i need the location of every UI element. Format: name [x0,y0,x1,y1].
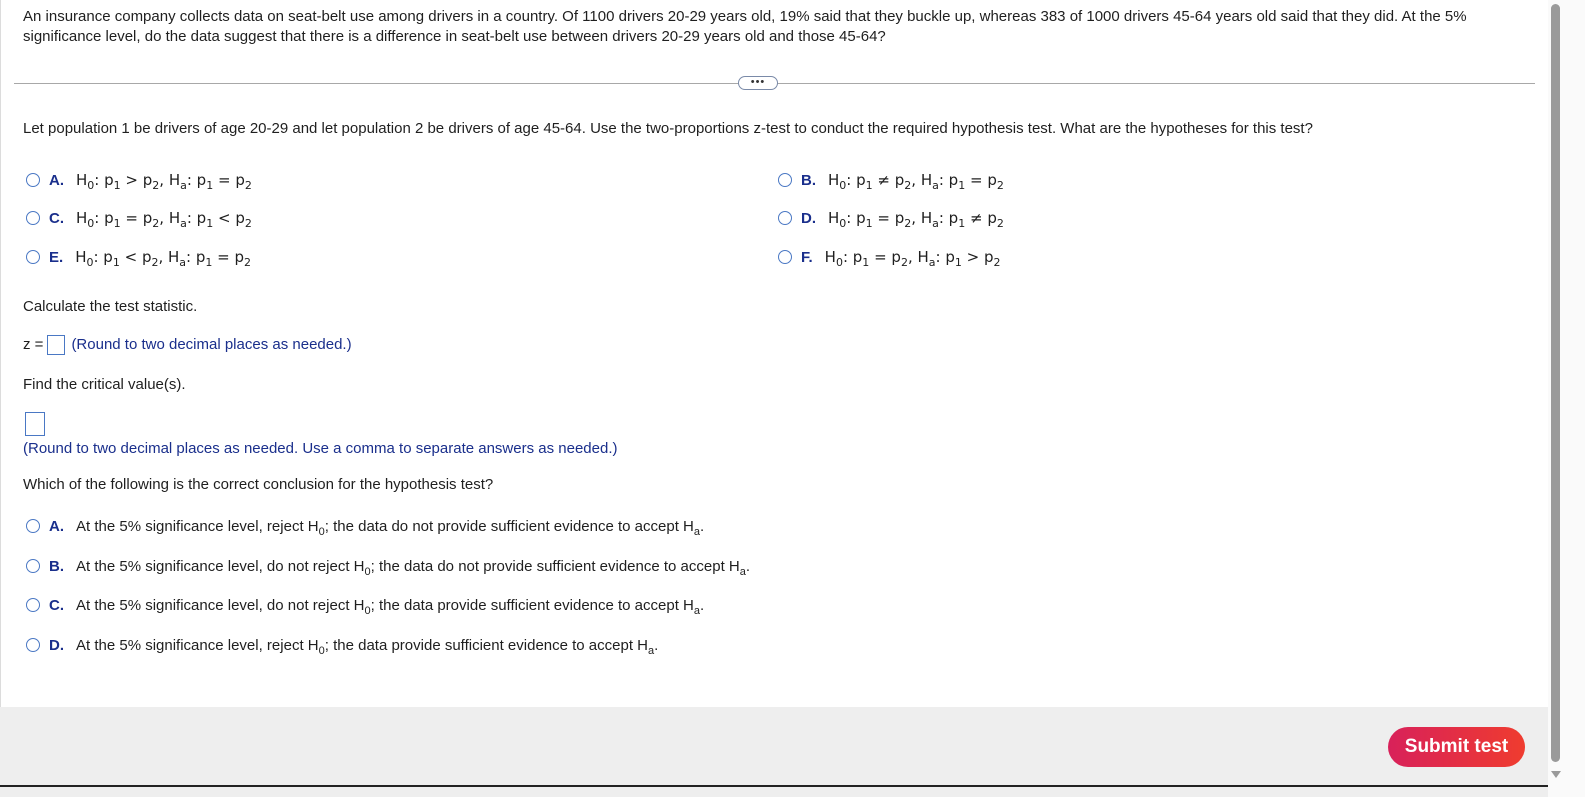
hypothesis-option-e[interactable]: E. H0: p1 < p2, Ha: p1 = p2 [26,246,251,268]
test-statistic-question: Calculate the test statistic. [23,298,198,315]
conclusion-text: At the 5% significance level, reject H0;… [76,517,705,538]
option-letter: B. [49,557,64,575]
bottom-border [0,785,1548,787]
option-letter: D. [801,209,816,227]
option-letter: F. [801,248,813,266]
conclusion-option-c[interactable]: C. At the 5% significance level, do not … [26,594,704,616]
conclusion-option-d[interactable]: D. At the 5% significance level, reject … [26,634,658,656]
conclusion-question: Which of the following is the correct co… [23,476,494,493]
radio-button[interactable] [26,211,40,225]
radio-button[interactable] [26,559,40,573]
option-letter: E. [49,248,64,266]
scrollbar-thumb[interactable] [1551,4,1560,762]
hypotheses-question: Let population 1 be drivers of age 20-29… [23,120,1313,137]
option-letter: D. [49,636,64,654]
radio-button[interactable] [26,638,40,652]
radio-button[interactable] [778,250,792,264]
radio-button[interactable] [26,173,40,187]
test-page: An insurance company collects data on se… [0,0,1549,797]
problem-statement: An insurance company collects data on se… [23,8,1467,45]
scroll-down-arrow-icon[interactable] [1551,771,1561,778]
hypothesis-option-b[interactable]: B. H0: p1 ≠ p2, Ha: p1 = p2 [778,169,1004,191]
question-panel: An insurance company collects data on se… [0,0,1549,707]
hypothesis-expression: H0: p1 = p2, Ha: p1 > p2 [824,248,1001,269]
radio-button[interactable] [26,250,40,264]
hypothesis-option-d[interactable]: D. H0: p1 = p2, Ha: p1 ≠ p2 [778,207,1004,229]
critical-value-hint: (Round to two decimal places as needed. … [23,440,618,457]
conclusion-text: At the 5% significance level, reject H0;… [76,636,659,657]
option-letter: B. [801,171,816,189]
conclusion-text: At the 5% significance level, do not rej… [76,596,705,617]
hypothesis-option-c[interactable]: C. H0: p1 = p2, Ha: p1 < p2 [26,207,252,229]
hypothesis-option-a[interactable]: A. H0: p1 > p2, Ha: p1 = p2 [26,169,252,191]
hypothesis-expression: H0: p1 = p2, Ha: p1 < p2 [76,209,252,230]
submit-test-button[interactable]: Submit test [1388,727,1525,767]
conclusion-option-b[interactable]: B. At the 5% significance level, do not … [26,555,750,577]
radio-button[interactable] [26,519,40,533]
z-label: z = [23,336,44,353]
option-letter: A. [49,171,64,189]
radio-button[interactable] [26,598,40,612]
hypothesis-option-f[interactable]: F. H0: p1 = p2, Ha: p1 > p2 [778,246,1001,268]
hypothesis-expression: H0: p1 ≠ p2, Ha: p1 = p2 [828,171,1004,192]
radio-button[interactable] [778,173,792,187]
hypothesis-expression: H0: p1 < p2, Ha: p1 = p2 [75,248,252,269]
z-answer-input[interactable] [47,335,66,355]
z-answer-row: z = (Round to two decimal places as need… [23,335,352,355]
critical-value-question: Find the critical value(s). [23,376,186,393]
critical-value-input[interactable] [25,412,45,436]
option-letter: A. [49,517,64,535]
option-letter: C. [49,596,64,614]
conclusion-text: At the 5% significance level, do not rej… [76,557,751,578]
hypothesis-expression: H0: p1 = p2, Ha: p1 ≠ p2 [828,209,1004,230]
hypothesis-expression: H0: p1 > p2, Ha: p1 = p2 [76,171,252,192]
conclusion-option-a[interactable]: A. At the 5% significance level, reject … [26,515,704,537]
expand-toggle-button[interactable]: ••• [738,76,778,90]
z-hint: (Round to two decimal places as needed.) [71,336,352,353]
option-letter: C. [49,209,64,227]
radio-button[interactable] [778,211,792,225]
footer-bar [0,707,1548,797]
